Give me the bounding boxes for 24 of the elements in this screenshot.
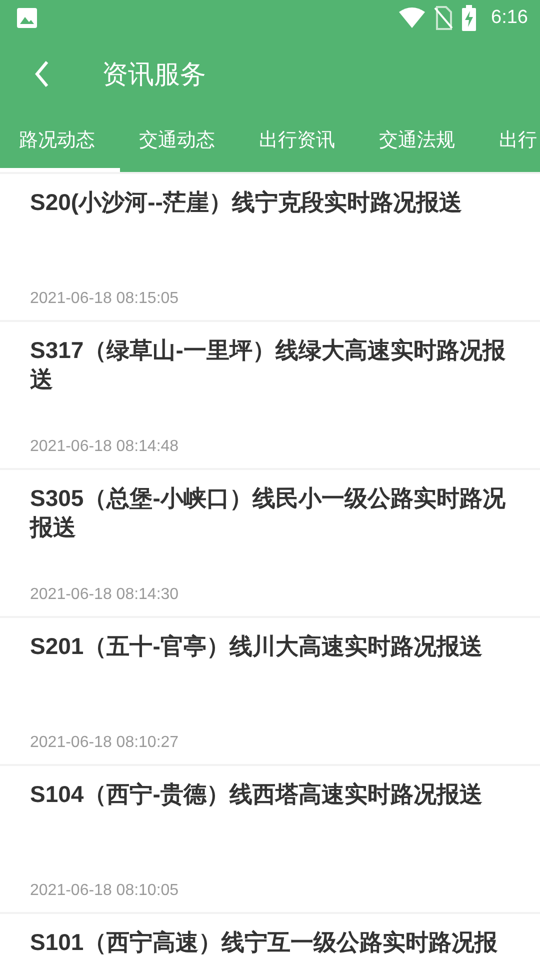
news-title: S101（西宁高速）线宁互一级公路实时路况报	[30, 928, 499, 957]
image-icon	[16, 7, 38, 29]
battery-icon	[461, 5, 478, 31]
news-title: S201（五十-官亭）线川大高速实时路况报送	[30, 632, 484, 661]
news-date: 2021-06-18 08:10:27	[30, 734, 179, 752]
news-card[interactable]: S201（五十-官亭）线川大高速实时路况报送 2021-06-18 08:10:27	[0, 618, 540, 764]
back-icon	[34, 60, 50, 88]
news-title: S317（绿草山-一里坪）线绿大高速实时路况报送	[30, 336, 506, 394]
news-title: S305（总堡-小峡口）线民小一级公路实时路况报送	[30, 484, 506, 542]
no-sim-icon	[433, 6, 454, 30]
news-date: 2021-06-18 08:14:48	[30, 438, 179, 456]
news-card[interactable]: S317（绿草山-一里坪）线绿大高速实时路况报送 2021-06-18 08:14:48	[0, 322, 540, 468]
news-title: S20(小沙河--茫崖）线宁克段实时路况报送	[30, 188, 463, 217]
news-card[interactable]: S305（总堡-小峡口）线民小一级公路实时路况报送 2021-06-18 08:14:30	[0, 470, 540, 616]
wifi-icon	[399, 7, 426, 29]
news-card[interactable]: S20(小沙河--茫崖）线宁克段实时路况报送 2021-06-18 08:15:05	[0, 174, 540, 320]
status-time: 6:16	[491, 7, 528, 29]
news-date: 2021-06-18 08:14:30	[30, 586, 179, 604]
news-card[interactable]: S101（西宁高速）线宁互一级公路实时路况报	[0, 914, 540, 960]
news-date: 2021-06-18 08:10:05	[30, 882, 179, 900]
news-card[interactable]: S104（西宁-贵德）线西塔高速实时路况报送 2021-06-18 08:10:05	[0, 766, 540, 912]
news-title: S104（西宁-贵德）线西塔高速实时路况报送	[30, 780, 484, 809]
screen-title: 资讯服务	[102, 58, 206, 92]
news-date: 2021-06-18 08:15:05	[30, 290, 179, 308]
